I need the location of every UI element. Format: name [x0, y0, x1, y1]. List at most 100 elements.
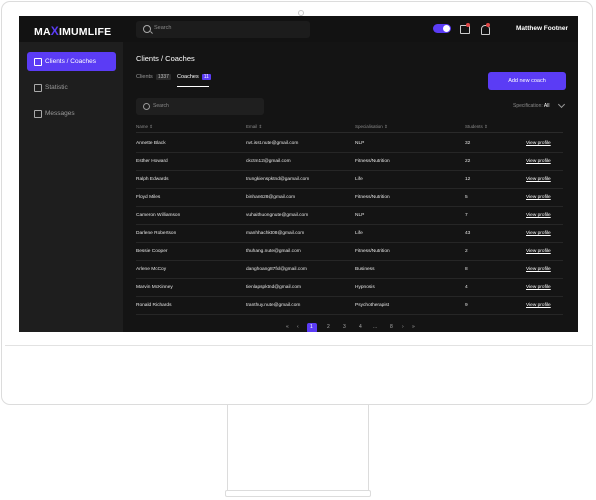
tab-coaches[interactable]: Coaches 11 [177, 74, 211, 80]
cell-name: Floyd Miles [136, 195, 161, 200]
cell-name: Arlene McCoy [136, 267, 167, 272]
page-2[interactable]: 2 [327, 324, 330, 330]
table-search-input[interactable]: Search [136, 98, 264, 115]
cell-email: tienlapspktnd@gmail.com [246, 285, 301, 290]
last-page-icon[interactable]: » [412, 324, 415, 330]
users-icon [34, 58, 42, 66]
view-profile-link[interactable]: View profile [526, 267, 551, 272]
header-divider [136, 132, 563, 133]
next-page-icon[interactable]: › [402, 324, 404, 330]
tab-count-badge: 1337 [155, 74, 171, 80]
view-profile-link[interactable]: View profile [526, 213, 551, 218]
cell-students: 9 [465, 303, 468, 308]
cell-specialisation: Fitness/Nutrition [355, 249, 390, 254]
view-profile-link[interactable]: View profile [526, 195, 551, 200]
sidebar-item-clients-coaches[interactable]: Clients / Coaches [27, 52, 116, 71]
page-1[interactable]: 1 [310, 324, 313, 330]
notification-badge [486, 23, 490, 27]
pagination: « ‹ 1 2 3 4 ... 8 › » [19, 323, 578, 332]
table-row: Floyd Miles binhan628@gmail.com Fitness/… [136, 188, 563, 207]
chart-icon [34, 84, 42, 92]
cell-students: 12 [465, 177, 471, 182]
cell-name: Ralph Edwards [136, 177, 169, 182]
cell-name: Cameron Williamson [136, 213, 181, 218]
cell-specialisation: Fitness/Nutrition [355, 195, 390, 200]
add-new-coach-button[interactable]: Add new coach [488, 72, 566, 90]
cell-email: nvt.isst.nute@gmail.com [246, 141, 299, 146]
tab-label: Coaches [177, 74, 199, 80]
monitor-foot [225, 490, 371, 497]
page-8[interactable]: 8 [390, 324, 393, 330]
table-row: Annette Black nvt.isst.nute@gmail.com NL… [136, 134, 563, 153]
cell-email: vuhaithuongnute@gmail.com [246, 213, 309, 218]
page-title: Clients / Coaches [136, 54, 195, 63]
table-row: Ronald Richards tranthuy.nute@gmail.com … [136, 296, 563, 315]
cell-students: 2 [465, 249, 468, 254]
filter-label: Specification: [513, 103, 543, 109]
cell-students: 43 [465, 231, 471, 236]
cell-specialisation: NLP [355, 213, 365, 218]
toggle-knob [443, 25, 450, 32]
column-header-name[interactable]: Name ⇕ [136, 124, 153, 130]
sidebar-item-label: Clients / Coaches [45, 58, 96, 65]
global-search-input[interactable]: Search [136, 21, 310, 38]
page-4[interactable]: 4 [359, 324, 362, 330]
cell-email: trungkienspktnd@gamail.com [246, 177, 310, 182]
cell-email: ckctm12@gmail.com [246, 159, 291, 164]
view-profile-link[interactable]: View profile [526, 177, 551, 182]
message-icon [34, 110, 42, 118]
user-name[interactable]: Matthew Footner [516, 25, 568, 32]
monitor-stand [227, 404, 369, 491]
prev-page-icon[interactable]: ‹ [297, 324, 299, 330]
cell-students: 22 [465, 159, 471, 164]
table-row: Ralph Edwards trungkienspktnd@gamail.com… [136, 170, 563, 189]
column-header-email[interactable]: Email ⇕ [246, 124, 262, 130]
cell-specialisation: Fitness/Nutrition [355, 159, 390, 164]
cell-specialisation: Life [355, 177, 363, 182]
sidebar-item-statistic[interactable]: Statistic [27, 78, 116, 97]
active-tab-indicator [177, 86, 209, 87]
top-bar: MAXIMUMLIFE Search Matthew Footner [19, 16, 578, 42]
cell-students: 4 [465, 285, 468, 290]
app-logo[interactable]: MAXIMUMLIFE [34, 24, 111, 38]
view-profile-link[interactable]: View profile [526, 141, 551, 146]
page-3[interactable]: 3 [343, 324, 346, 330]
cell-name: Darlene Robertson [136, 231, 177, 236]
specification-filter[interactable]: Specification: All [513, 103, 549, 109]
filter-value: All [543, 103, 550, 109]
tab-clients[interactable]: Clients 1337 [136, 74, 171, 80]
table-row: Darlene Robertson manhhachkt08@gmail.com… [136, 224, 563, 243]
cell-name: Marvin McKinney [136, 285, 173, 290]
cell-specialisation: Hypnosis [355, 285, 375, 290]
cell-students: 7 [465, 213, 468, 218]
chevron-down-icon[interactable] [557, 100, 566, 109]
view-profile-link[interactable]: View profile [526, 285, 551, 290]
first-page-icon[interactable]: « [286, 324, 289, 330]
logo-text-start: MA [34, 26, 51, 38]
cell-students: 32 [465, 141, 471, 146]
logo-text-end: IMUMLIFE [58, 26, 112, 38]
page-ellipsis: ... [373, 324, 378, 330]
view-profile-link[interactable]: View profile [526, 249, 551, 254]
tab-count-badge: 11 [201, 74, 211, 80]
column-header-students[interactable]: Students ⇕ [465, 124, 488, 130]
global-search-placeholder: Search [154, 25, 172, 31]
column-header-specialisation[interactable]: Specialisation ⇕ [355, 124, 388, 130]
sidebar-item-messages[interactable]: Messages [27, 104, 116, 123]
table-row: Cameron Williamson vuhaithuongnute@gmail… [136, 206, 563, 225]
cell-name: Esther Howard [136, 159, 168, 164]
table-row: Esther Howard ckctm12@gmail.com Fitness/… [136, 152, 563, 171]
app-screen: MAXIMUMLIFE Search Matthew Footner Clien… [19, 16, 578, 332]
cell-name: Ronald Richards [136, 303, 172, 308]
table-row: Marvin McKinney tienlapspktnd@gmail.com … [136, 278, 563, 297]
cell-specialisation: Life [355, 231, 363, 236]
table-search-placeholder: Search [153, 103, 169, 109]
view-profile-link[interactable]: View profile [526, 159, 551, 164]
table-row: Bessie Cooper thuhang.nute@gmail.com Fit… [136, 242, 563, 261]
cell-email: thuhang.nute@gmail.com [246, 249, 301, 254]
cell-email: binhan628@gmail.com [246, 195, 296, 200]
theme-toggle[interactable] [433, 24, 451, 33]
view-profile-link[interactable]: View profile [526, 231, 551, 236]
cell-students: 8 [465, 267, 468, 272]
view-profile-link[interactable]: View profile [526, 303, 551, 308]
